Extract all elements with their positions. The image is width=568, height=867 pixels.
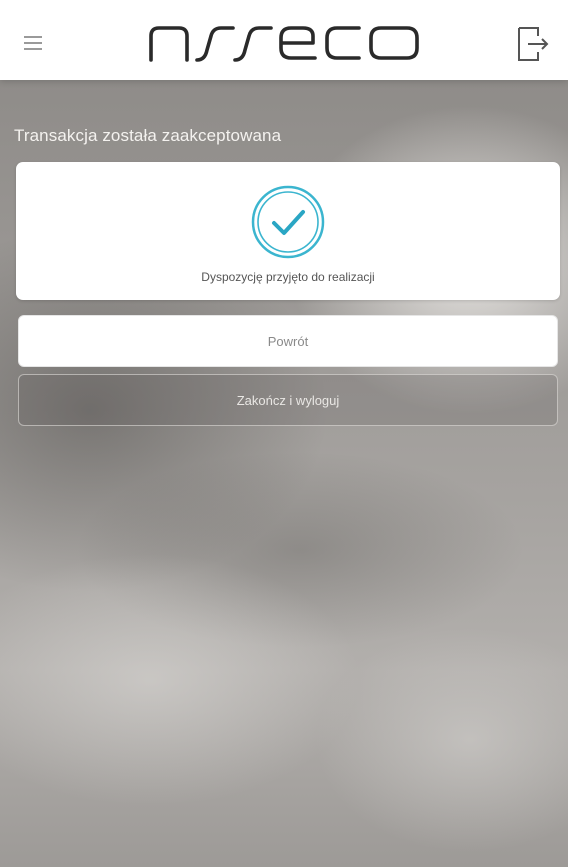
top-bar: asseco [0,0,568,80]
app-screen: asseco Transakcja została zaakceptowana … [0,0,568,867]
hamburger-menu-icon[interactable] [24,36,42,50]
asseco-logo: asseco [145,22,425,64]
asseco-logo-graphic: asseco [149,26,419,62]
page-title: Transakcja została zaakceptowana [14,126,282,145]
checkmark-circle-icon [250,184,326,260]
back-button[interactable]: Powrót [18,315,558,367]
confirmation-card: Dyspozycję przyjęto do realizacji [16,162,560,300]
logout-arrow-icon[interactable] [516,26,550,62]
confirmation-message: Dyspozycję przyjęto do realizacji [201,270,375,284]
end-and-logout-button[interactable]: Zakończ i wyloguj [18,374,558,426]
